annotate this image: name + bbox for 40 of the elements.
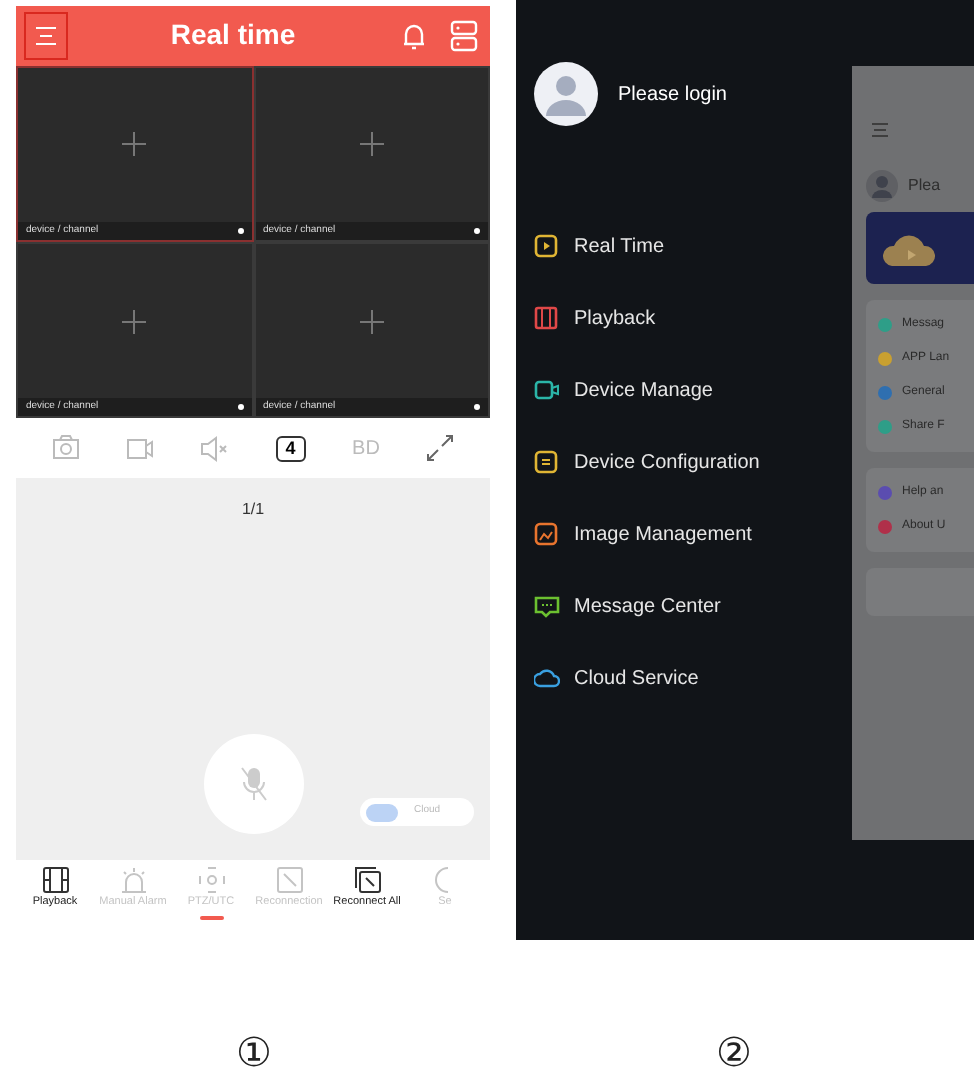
video-camera-icon[interactable]: [126, 434, 155, 463]
selected-indicator: [199, 915, 223, 920]
add-icon: [359, 132, 384, 157]
screen-title: Real time: [168, 16, 298, 55]
link-icon: [275, 866, 303, 895]
page-indicator: 1/1: [241, 497, 265, 522]
menu-item[interactable]: Message Center: [534, 570, 852, 642]
add-icon: [122, 309, 147, 334]
link-stack-icon: [353, 866, 381, 895]
caption: ①: [236, 1030, 272, 1080]
user-name: Plea: [908, 174, 941, 198]
menu-icon: [34, 25, 58, 46]
status-dot-icon: [474, 227, 480, 234]
menu-item[interactable]: Device Manage: [534, 354, 852, 426]
fullscreen-icon[interactable]: [426, 434, 455, 463]
menu-item[interactable]: Cloud Service: [534, 642, 852, 714]
status-dot-icon: [474, 404, 480, 411]
camera-icon[interactable]: [51, 434, 80, 463]
status-dot-icon: [237, 404, 243, 411]
menu-item[interactable]: Real Time: [534, 210, 852, 282]
mute-icon[interactable]: [200, 434, 229, 463]
split-screen-button[interactable]: 4: [275, 435, 306, 462]
avatar-icon: [534, 62, 598, 126]
menu-button[interactable]: [24, 11, 68, 60]
ptz-icon: [197, 866, 225, 895]
alarm-light-icon: [119, 866, 147, 895]
microphone-off-icon: [239, 766, 267, 803]
menu-item[interactable]: Playback: [534, 282, 852, 354]
bell-icon[interactable]: [398, 19, 430, 52]
add-icon: [359, 309, 384, 334]
user-name[interactable]: Please login: [618, 79, 727, 109]
film-icon: [41, 866, 69, 895]
menu-item[interactable]: Device Configuration: [534, 426, 852, 498]
status-dot-icon: [237, 227, 243, 234]
menu-item[interactable]: Image Management: [534, 498, 852, 570]
caption: ②: [716, 1030, 752, 1080]
menu-icon: [872, 122, 888, 138]
server-icon[interactable]: [450, 19, 478, 52]
avatar-icon: [866, 170, 898, 202]
add-icon: [122, 132, 147, 157]
